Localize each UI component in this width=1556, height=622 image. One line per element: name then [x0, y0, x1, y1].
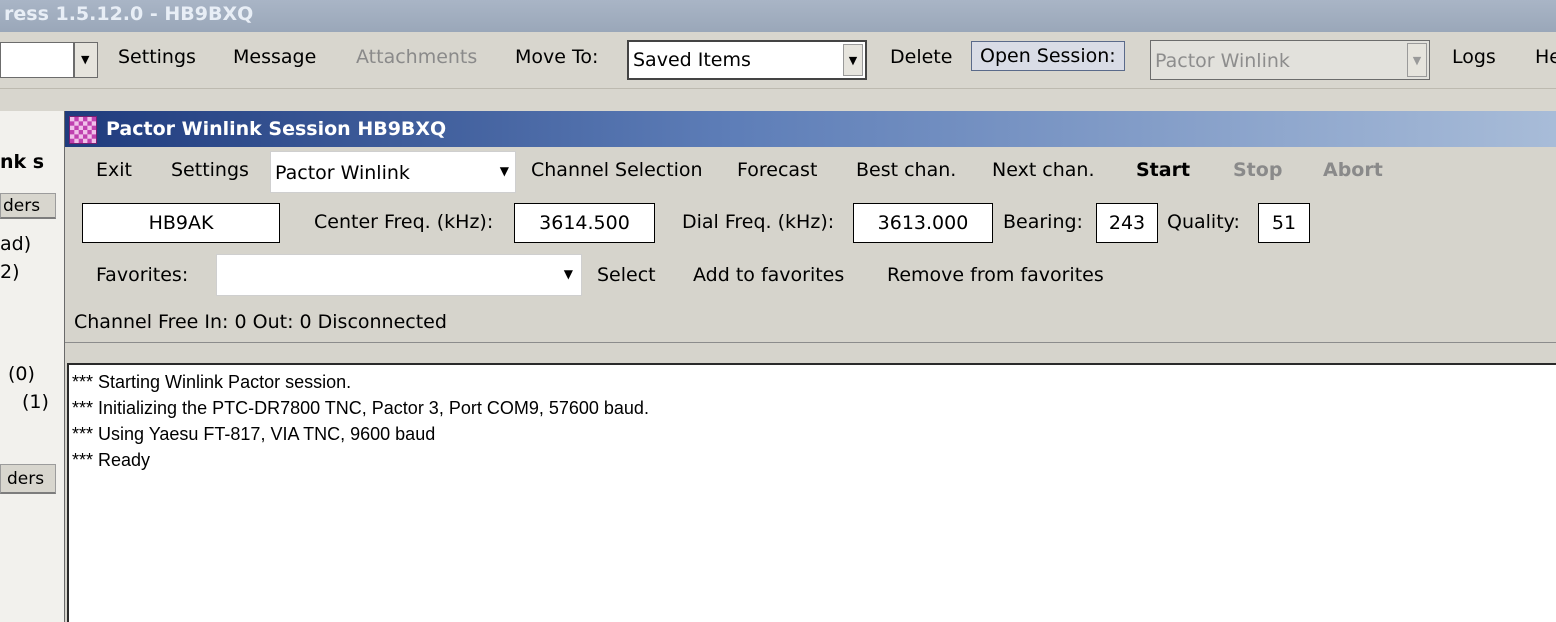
- log-line: *** Initializing the PTC-DR7800 TNC, Pac…: [72, 398, 649, 418]
- session-log[interactable]: *** Starting Winlink Pactor session. ***…: [67, 363, 1556, 622]
- main-toolbar: [0, 89, 1556, 111]
- bearing-label: Bearing:: [1003, 211, 1083, 233]
- menu-best-chan[interactable]: Best chan.: [856, 159, 956, 181]
- menu-move-to-label: Move To:: [515, 46, 599, 68]
- status-text: Channel Free In: 0 Out: 0 Disconnected: [74, 311, 447, 333]
- chevron-down-icon[interactable]: ▼: [500, 164, 509, 178]
- menu-settings[interactable]: Settings: [171, 159, 249, 181]
- menu-exit[interactable]: Exit: [96, 159, 132, 181]
- main-window-titlebar: ress 1.5.12.0 - HB9BXQ: [0, 0, 1556, 32]
- chevron-down-icon[interactable]: ▼: [1407, 43, 1427, 77]
- move-to-select[interactable]: Saved Items ▼: [627, 40, 867, 80]
- menu-next-chan[interactable]: Next chan.: [992, 159, 1095, 181]
- session-titlebar: Pactor Winlink Session HB9BXQ: [65, 111, 1556, 147]
- start-button[interactable]: Start: [1136, 159, 1190, 181]
- chevron-down-icon[interactable]: ▼: [564, 267, 573, 281]
- move-to-value: Saved Items: [633, 49, 751, 71]
- session-type-select[interactable]: Pactor Winlink ▼: [1150, 40, 1430, 80]
- folder-panel-header: nk s: [0, 151, 45, 173]
- log-line: *** Using Yaesu FT-817, VIA TNC, 9600 ba…: [72, 424, 436, 444]
- menu-delete[interactable]: Delete: [890, 46, 952, 68]
- mode-select[interactable]: Pactor Winlink ▼: [270, 151, 516, 193]
- favorites-select[interactable]: ▼: [216, 254, 582, 296]
- chevron-down-icon: ▼: [81, 53, 90, 66]
- menu-forecast[interactable]: Forecast: [737, 159, 817, 181]
- dial-freq-field[interactable]: 3613.000: [853, 203, 993, 243]
- main-window-title: ress 1.5.12.0 - HB9BXQ: [4, 3, 254, 25]
- menu-attachments[interactable]: Attachments: [356, 46, 477, 68]
- select-button[interactable]: Select: [597, 264, 656, 286]
- folder-panel: nk s ders ad) 2) (0) (1) ders: [0, 111, 64, 622]
- stop-button[interactable]: Stop: [1233, 159, 1282, 181]
- folders-button-label: ders: [3, 196, 41, 216]
- open-session-button[interactable]: Open Session:: [971, 41, 1125, 71]
- center-freq-field[interactable]: 3614.500: [514, 203, 655, 243]
- quality-label: Quality:: [1167, 211, 1240, 233]
- add-favorites-button[interactable]: Add to favorites: [693, 264, 844, 286]
- account-combo[interactable]: [0, 42, 74, 78]
- menu-message[interactable]: Message: [233, 46, 316, 68]
- main-menubar: ▼ Settings Message Attachments Move To: …: [0, 32, 1556, 89]
- menu-channel-selection[interactable]: Channel Selection: [531, 159, 703, 181]
- session-type-value: Pactor Winlink: [1155, 50, 1290, 72]
- chevron-down-icon[interactable]: ▼: [843, 44, 863, 76]
- folders-button[interactable]: ders: [0, 464, 56, 494]
- mode-value: Pactor Winlink: [275, 162, 410, 184]
- menu-help[interactable]: He: [1535, 46, 1556, 68]
- menu-logs[interactable]: Logs: [1452, 46, 1496, 68]
- status-bar: Channel Free In: 0 Out: 0 Disconnected: [65, 306, 1556, 342]
- folders-button-label: ders: [7, 469, 45, 489]
- remove-favorites-button[interactable]: Remove from favorites: [887, 264, 1104, 286]
- favorites-label: Favorites:: [96, 264, 189, 286]
- folder-item[interactable]: (1): [22, 391, 49, 413]
- log-line: *** Ready: [72, 450, 151, 470]
- station-field[interactable]: HB9AK: [82, 203, 280, 243]
- session-title: Pactor Winlink Session HB9BXQ: [106, 118, 447, 140]
- folder-item[interactable]: ad): [0, 233, 31, 255]
- session-window: Pactor Winlink Session HB9BXQ Exit Setti…: [64, 111, 1556, 622]
- menu-settings[interactable]: Settings: [118, 46, 196, 68]
- app-icon: [69, 116, 97, 144]
- folders-button[interactable]: ders: [0, 193, 56, 219]
- center-freq-label: Center Freq. (kHz):: [314, 211, 494, 233]
- abort-button[interactable]: Abort: [1323, 159, 1383, 181]
- quality-field[interactable]: 51: [1258, 203, 1310, 243]
- dial-freq-label: Dial Freq. (kHz):: [682, 211, 835, 233]
- progress-bar: [65, 342, 1556, 363]
- bearing-field[interactable]: 243: [1096, 203, 1158, 243]
- folder-item[interactable]: (0): [8, 363, 35, 385]
- account-dropdown-button[interactable]: ▼: [74, 42, 98, 78]
- folder-item[interactable]: 2): [0, 261, 20, 283]
- log-line: *** Starting Winlink Pactor session.: [72, 372, 352, 392]
